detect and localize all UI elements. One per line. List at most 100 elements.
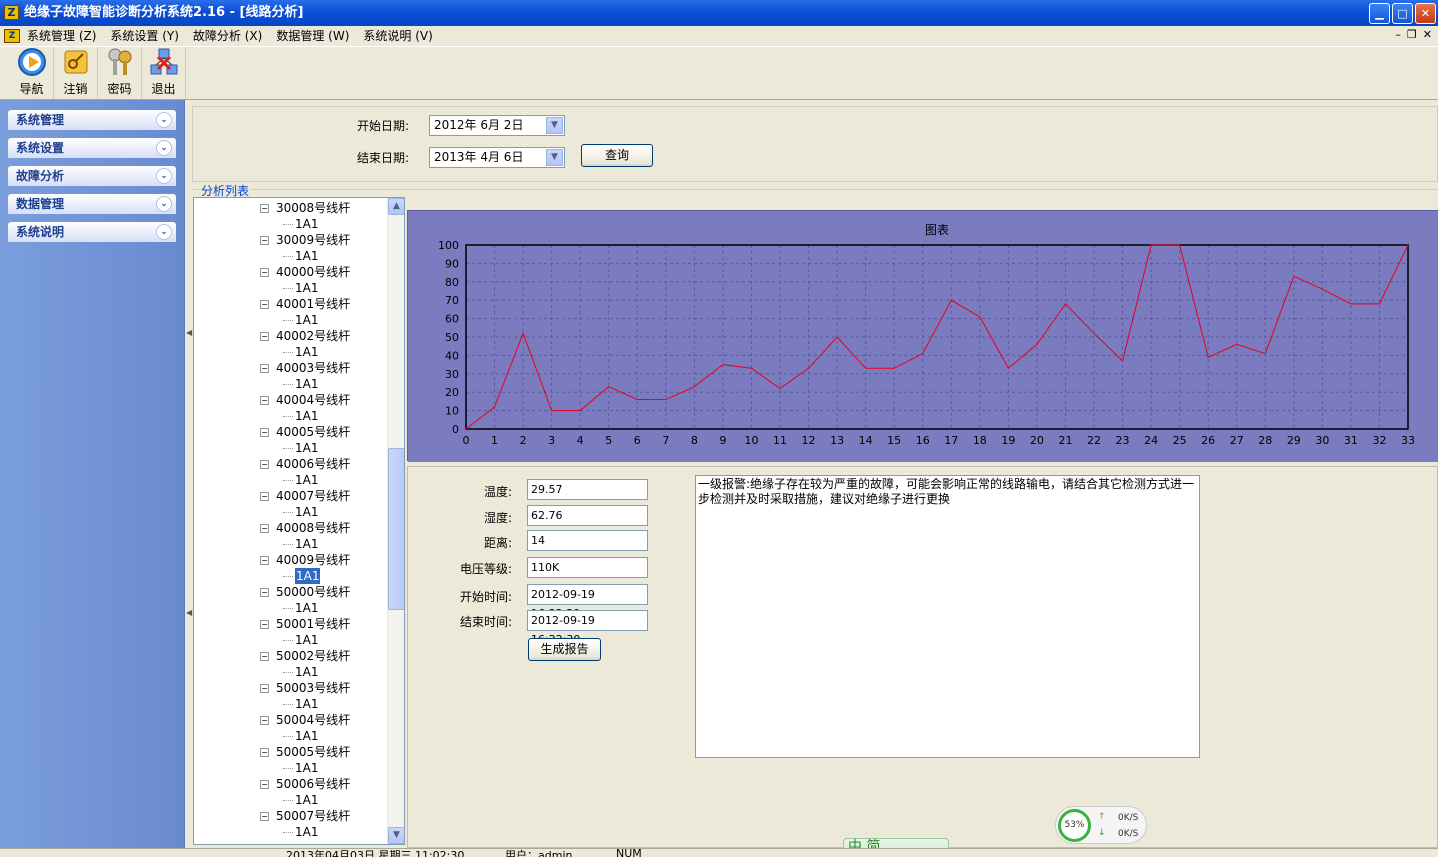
- chevron-down-icon[interactable]: ⌄: [156, 224, 172, 240]
- collapse-minus-icon[interactable]: −: [260, 460, 269, 469]
- sidebar-group-system-manage[interactable]: 系统管理 ⌄: [8, 110, 176, 130]
- menu-data-manage[interactable]: 数据管理 (W): [269, 26, 356, 46]
- sidebar-group-system-help[interactable]: 系统说明 ⌄: [8, 222, 176, 242]
- temperature-field[interactable]: 29.57: [527, 479, 648, 500]
- tree-pole-node[interactable]: −30009号线杆: [260, 232, 350, 248]
- analysis-tree[interactable]: −30008号线杆 1A1−30009号线杆 1A1−40000号线杆 1A1−400…: [193, 197, 405, 845]
- tree-pole-node[interactable]: −40006号线杆: [260, 456, 350, 472]
- maximize-icon[interactable]: □: [1392, 3, 1413, 24]
- collapse-minus-icon[interactable]: −: [260, 428, 269, 437]
- tree-pole-node[interactable]: −50001号线杆: [260, 616, 350, 632]
- tree-leaf-node[interactable]: 1A1: [283, 824, 318, 840]
- network-speed-widget[interactable]: 53% ↑ 0K/S ↓ 0K/S: [1055, 806, 1147, 844]
- tree-leaf-node[interactable]: 1A1: [283, 504, 318, 520]
- tree-leaf-node[interactable]: 1A1: [283, 248, 318, 264]
- sidebar-group-fault-analysis[interactable]: 故障分析 ⌄: [8, 166, 176, 186]
- collapse-minus-icon[interactable]: −: [260, 748, 269, 757]
- close-icon[interactable]: ✕: [1415, 3, 1436, 24]
- collapse-minus-icon[interactable]: −: [260, 684, 269, 693]
- collapse-minus-icon[interactable]: −: [260, 300, 269, 309]
- collapse-minus-icon[interactable]: −: [260, 716, 269, 725]
- tree-leaf-node[interactable]: 1A1: [283, 632, 318, 648]
- sidebar-group-system-settings[interactable]: 系统设置 ⌄: [8, 138, 176, 158]
- tree-pole-node[interactable]: −50006号线杆: [260, 776, 350, 792]
- humidity-field[interactable]: 62.76: [527, 505, 648, 526]
- scroll-down-icon[interactable]: ▼: [388, 827, 404, 844]
- mdi-child-icon[interactable]: Z: [4, 29, 20, 43]
- generate-report-button[interactable]: 生成报告: [528, 638, 601, 661]
- start-time-field[interactable]: 2012-09-19 16:22:29: [527, 584, 648, 620]
- tree-pole-node[interactable]: −40000号线杆: [260, 264, 350, 280]
- collapse-minus-icon[interactable]: −: [260, 268, 269, 277]
- tree-pole-node[interactable]: −40001号线杆: [260, 296, 350, 312]
- collapse-minus-icon[interactable]: −: [260, 492, 269, 501]
- tree-leaf-node[interactable]: 1A1: [283, 760, 318, 776]
- tree-pole-node[interactable]: −50007号线杆: [260, 808, 350, 824]
- splitter[interactable]: ◀ ◀: [185, 100, 192, 848]
- dropdown-arrow-icon[interactable]: ▼: [546, 149, 563, 166]
- app-logo-icon[interactable]: Z: [4, 5, 19, 20]
- tree-pole-node[interactable]: −40005号线杆: [260, 424, 350, 440]
- tree-leaf-node[interactable]: 1A1: [283, 664, 318, 680]
- collapse-minus-icon[interactable]: −: [260, 588, 269, 597]
- logout-button[interactable]: 注销: [54, 47, 98, 99]
- tree-pole-node[interactable]: −50000号线杆: [260, 584, 350, 600]
- chevron-down-icon[interactable]: ⌄: [156, 196, 172, 212]
- tree-leaf-node[interactable]: 1A1: [283, 408, 318, 424]
- distance-field[interactable]: 14: [527, 530, 648, 551]
- sidebar-group-data-manage[interactable]: 数据管理 ⌄: [8, 194, 176, 214]
- tree-pole-node[interactable]: −40007号线杆: [260, 488, 350, 504]
- tree-leaf-node[interactable]: 1A1: [283, 472, 318, 488]
- collapse-minus-icon[interactable]: −: [260, 812, 269, 821]
- tree-leaf-node[interactable]: 1A1: [283, 600, 318, 616]
- menu-system-help[interactable]: 系统说明 (V): [356, 26, 439, 46]
- tree-leaf-node[interactable]: 1A1: [283, 344, 318, 360]
- tree-leaf-node[interactable]: 1A1: [283, 792, 318, 808]
- tree-leaf-node[interactable]: 1A1: [283, 568, 321, 584]
- tree-pole-node[interactable]: −50005号线杆: [260, 744, 350, 760]
- minimize-icon[interactable]: ▁: [1369, 3, 1390, 24]
- collapse-minus-icon[interactable]: −: [260, 620, 269, 629]
- tree-pole-node[interactable]: −40009号线杆: [260, 552, 350, 568]
- start-date-picker[interactable]: 2012年 6月 2日 ▼: [429, 115, 565, 136]
- collapse-minus-icon[interactable]: −: [260, 524, 269, 533]
- tree-scrollbar[interactable]: ▲ ▼: [387, 198, 404, 844]
- collapse-minus-icon[interactable]: −: [260, 332, 269, 341]
- mdi-restore-icon[interactable]: ❐: [1407, 28, 1417, 41]
- menu-system-settings[interactable]: 系统设置 (Y): [103, 26, 186, 46]
- tree-leaf-node[interactable]: 1A1: [283, 536, 318, 552]
- menu-fault-analysis[interactable]: 故障分析 (X): [186, 26, 269, 46]
- mdi-minimize-icon[interactable]: –: [1395, 28, 1401, 41]
- scroll-up-icon[interactable]: ▲: [388, 198, 404, 215]
- tree-pole-node[interactable]: −50004号线杆: [260, 712, 350, 728]
- scroll-thumb[interactable]: [388, 448, 404, 610]
- end-date-picker[interactable]: 2013年 4月 6日 ▼: [429, 147, 565, 168]
- tree-pole-node[interactable]: −30008号线杆: [260, 200, 350, 216]
- exit-button[interactable]: 退出: [142, 47, 186, 99]
- chevron-down-icon[interactable]: ⌄: [156, 140, 172, 156]
- tree-pole-node[interactable]: −40008号线杆: [260, 520, 350, 536]
- tree-leaf-node[interactable]: 1A1: [283, 376, 318, 392]
- chevron-down-icon[interactable]: ⌄: [156, 168, 172, 184]
- collapse-minus-icon[interactable]: −: [260, 556, 269, 565]
- tree-leaf-node[interactable]: 1A1: [283, 696, 318, 712]
- end-time-field[interactable]: 2012-09-19 16:22:30: [527, 610, 648, 646]
- diagnosis-memo[interactable]: 一级报警:绝缘子存在较为严重的故障，可能会影响正常的线路输电，请结合其它检测方式…: [695, 475, 1200, 758]
- menu-system-manage[interactable]: 系统管理 (Z): [20, 26, 103, 46]
- navigate-button[interactable]: 导航: [10, 47, 54, 99]
- collapse-minus-icon[interactable]: −: [260, 204, 269, 213]
- tree-pole-node[interactable]: −40002号线杆: [260, 328, 350, 344]
- tree-leaf-node[interactable]: 1A1: [283, 280, 318, 296]
- tree-pole-node[interactable]: −40004号线杆: [260, 392, 350, 408]
- dropdown-arrow-icon[interactable]: ▼: [546, 117, 563, 134]
- password-button[interactable]: 密码: [98, 47, 142, 99]
- tree-leaf-node[interactable]: 1A1: [283, 728, 318, 744]
- collapse-left-icon[interactable]: ◀: [186, 608, 192, 620]
- tree-leaf-node[interactable]: 1A1: [283, 312, 318, 328]
- voltage-level-field[interactable]: 110K: [527, 557, 648, 578]
- collapse-minus-icon[interactable]: −: [260, 652, 269, 661]
- collapse-minus-icon[interactable]: −: [260, 364, 269, 373]
- collapse-minus-icon[interactable]: −: [260, 396, 269, 405]
- collapse-minus-icon[interactable]: −: [260, 780, 269, 789]
- tree-pole-node[interactable]: −40003号线杆: [260, 360, 350, 376]
